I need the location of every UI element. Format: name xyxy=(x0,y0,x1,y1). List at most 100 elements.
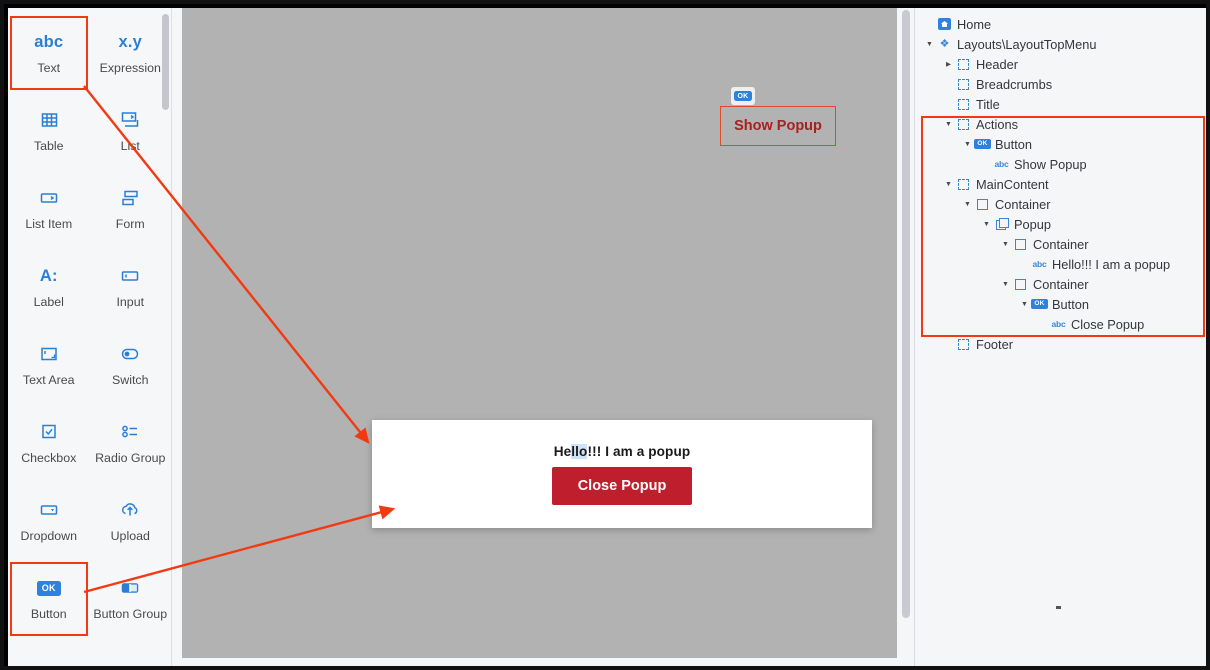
show-popup-button-label: Show Popup xyxy=(734,118,822,134)
component-palette: abc Text x.y Expression Table List List Item Fo… xyxy=(8,8,172,666)
palette-item-text-area[interactable]: Text Area xyxy=(8,326,90,404)
tree-node-container[interactable]: Container xyxy=(915,194,1206,214)
palette-item-label: List xyxy=(120,139,140,154)
palette-item-text[interactable]: abc Text xyxy=(8,14,90,92)
tree-node-label: Container xyxy=(1033,276,1089,292)
popup-dialog: Hello!!! I am a popup Close Popup xyxy=(372,420,872,528)
canvas-area: OK Show Popup Hello!!! I am a popup Clos… xyxy=(172,8,914,666)
tree-node-show-popup[interactable]: abc Show Popup xyxy=(915,154,1206,174)
show-popup-button[interactable]: Show Popup xyxy=(720,106,836,146)
palette-item-checkbox[interactable]: Checkbox xyxy=(8,404,90,482)
palette-item-label: Upload xyxy=(110,529,150,544)
palette-item-label: Button Group xyxy=(93,607,168,622)
tree-node-label: Breadcrumbs xyxy=(976,76,1053,92)
palette-item-label: List Item xyxy=(25,217,73,232)
palette-icon-glyph: A: xyxy=(39,266,58,285)
palette-item-label: Input xyxy=(116,295,145,310)
palette-item-label: Radio Group xyxy=(95,451,166,466)
palette-item-dropdown[interactable]: Dropdown xyxy=(8,482,90,560)
tree-node-actions[interactable]: Actions xyxy=(915,114,1206,134)
palette-item-switch[interactable]: Switch xyxy=(90,326,172,404)
tree-node-label: Show Popup xyxy=(1014,156,1087,172)
palette-item-button-group[interactable]: Button Group xyxy=(90,560,172,638)
caret-down-icon[interactable] xyxy=(942,121,955,128)
tree-node-label: Title xyxy=(976,96,1000,112)
palette-item-expression[interactable]: x.y Expression xyxy=(90,14,172,92)
tree-node-footer[interactable]: Footer xyxy=(915,334,1206,354)
palette-item-label: Text Area xyxy=(22,373,75,388)
tree-node-container[interactable]: Container xyxy=(915,274,1206,294)
solid-box-icon xyxy=(1012,238,1029,250)
tree-node-button[interactable]: OK Button xyxy=(915,294,1206,314)
palette-item-label[interactable]: A: Label xyxy=(8,248,90,326)
palette-scrollbar-thumb[interactable] xyxy=(162,14,169,110)
solid-box-icon xyxy=(974,198,991,210)
tree-node-label: Home xyxy=(957,16,992,32)
tree-node-label: Button xyxy=(1052,296,1089,312)
palette-item-input[interactable]: Input xyxy=(90,248,172,326)
tree-node-layouts-layouttopmenu[interactable]: ❖ Layouts\LayoutTopMenu xyxy=(915,34,1206,54)
palette-item-label: Dropdown xyxy=(20,529,77,544)
tree-node-maincontent[interactable]: MainContent xyxy=(915,174,1206,194)
ok-chip-icon: OK xyxy=(733,91,753,101)
dashed-box-icon xyxy=(955,118,972,130)
caret-down-icon[interactable] xyxy=(980,221,993,228)
caret-right-icon[interactable] xyxy=(942,60,955,68)
palette-item-form[interactable]: Form xyxy=(90,170,172,248)
text-area-icon xyxy=(38,342,60,366)
palette-item-list[interactable]: List xyxy=(90,92,172,170)
tree-node-label: Popup xyxy=(1014,216,1052,232)
palette-item-list-item[interactable]: List Item xyxy=(8,170,90,248)
button-ok-icon: OK xyxy=(36,576,61,600)
tree-node-hello-i-am-a-popup[interactable]: abc Hello!!! I am a popup xyxy=(915,254,1206,274)
radio-group-icon xyxy=(119,420,141,444)
palette-item-label: Table xyxy=(33,139,64,154)
caret-down-icon[interactable] xyxy=(923,41,936,48)
palette-item-button[interactable]: OK Button xyxy=(8,560,90,638)
form-icon xyxy=(119,186,141,210)
component-tree-panel: Home ❖ Layouts\LayoutTopMenu Header Breadcru… xyxy=(914,8,1206,666)
dashed-box-icon xyxy=(955,58,972,70)
abc-icon: abc xyxy=(1051,319,1066,329)
dashed-box-icon xyxy=(955,178,972,190)
popup-layers-icon xyxy=(993,218,1010,230)
tree-node-button[interactable]: OK Button xyxy=(915,134,1206,154)
cursor-artifact xyxy=(1056,606,1061,609)
abc-icon: abc xyxy=(994,159,1009,169)
tree-node-label: Hello!!! I am a popup xyxy=(1052,256,1171,272)
tree-node-label: Button xyxy=(995,136,1032,152)
tree-node-popup[interactable]: Popup xyxy=(915,214,1206,234)
canvas-vertical-scrollbar[interactable] xyxy=(902,10,910,618)
palette-item-radio-group[interactable]: Radio Group xyxy=(90,404,172,482)
list-item-icon xyxy=(38,186,60,210)
caret-down-icon[interactable] xyxy=(999,281,1012,288)
tree-node-container[interactable]: Container xyxy=(915,234,1206,254)
palette-icon-glyph: abc xyxy=(34,32,64,51)
caret-down-icon[interactable] xyxy=(961,141,974,148)
caret-down-icon[interactable] xyxy=(961,201,974,208)
tree-node-home[interactable]: Home xyxy=(915,14,1206,34)
caret-down-icon[interactable] xyxy=(999,241,1012,248)
design-canvas[interactable]: OK Show Popup Hello!!! I am a popup Clos… xyxy=(182,8,897,658)
dashed-box-icon xyxy=(955,98,972,110)
popup-message-suffix: !!! I am a popup xyxy=(587,443,691,459)
popup-message-prefix: He xyxy=(553,443,572,459)
palette-item-table[interactable]: Table xyxy=(8,92,90,170)
tree-node-breadcrumbs[interactable]: Breadcrumbs xyxy=(915,74,1206,94)
ok-chip-icon: OK xyxy=(36,580,61,596)
button-component-badge: OK xyxy=(731,87,755,105)
caret-down-icon[interactable] xyxy=(1018,301,1031,308)
tree-node-header[interactable]: Header xyxy=(915,54,1206,74)
tree-node-label: Header xyxy=(976,56,1018,72)
home-icon xyxy=(936,18,953,30)
puzzle-icon: ❖ xyxy=(939,37,950,50)
palette-item-label: Text xyxy=(37,61,61,76)
ok-badge-icon: OK xyxy=(974,139,991,149)
caret-down-icon[interactable] xyxy=(942,181,955,188)
switch-icon xyxy=(119,342,141,366)
button-group-icon xyxy=(119,576,141,600)
palette-item-upload[interactable]: Upload xyxy=(90,482,172,560)
tree-node-title[interactable]: Title xyxy=(915,94,1206,114)
close-popup-button[interactable]: Close Popup xyxy=(551,466,693,505)
tree-node-close-popup[interactable]: abc Close Popup xyxy=(915,314,1206,334)
